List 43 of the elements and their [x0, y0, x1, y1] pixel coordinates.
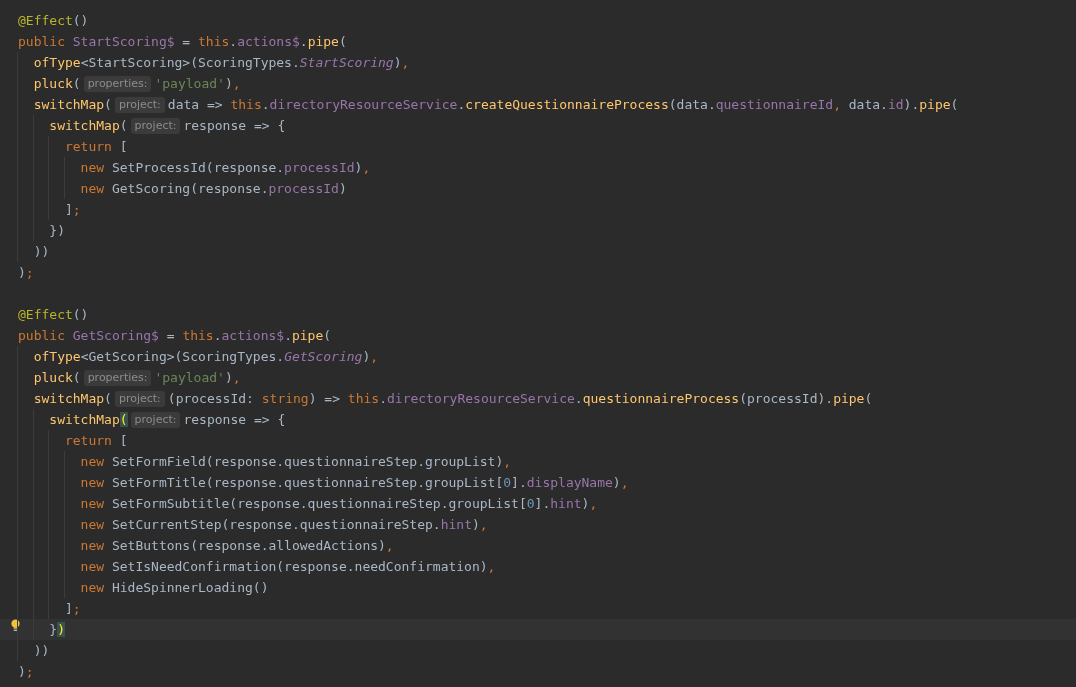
code-text: new SetFormTitle(response.questionnaireStep.groupList[0].displayName),	[79, 474, 629, 492]
code-text: (processId: string) => this.directoryResourceService.questionnaireProcess(processId).pipe(	[167, 390, 873, 408]
code-text: new SetIsNeedConfirmation(response.needConfirmation),	[79, 558, 496, 576]
inlay-hint: project:	[114, 390, 165, 407]
code-text: pluck(	[32, 75, 81, 93]
code-text: public GetScoring$ = this.actions$.pipe(	[18, 327, 332, 345]
code-text: new SetProcessId(response.processId),	[79, 159, 371, 177]
code-text: })	[48, 621, 65, 639]
code-text: })	[48, 222, 65, 240]
code-text: @Effect()	[18, 12, 89, 30]
code-text: );	[18, 663, 34, 681]
code-text: new SetFormSubtitle(response.questionnaireStep.groupList[0].hint),	[79, 495, 598, 513]
inlay-hint: properties:	[83, 75, 152, 92]
code-text: new SetButtons(response.allowedActions),	[79, 537, 394, 555]
code-text: data => this.directoryResourceService.createQuestionnaireProcess(data.questionnaireId, data.id).pipe(	[167, 96, 959, 114]
code-text: switchMap(	[48, 117, 128, 135]
code-text: ofType<StartScoring>(ScoringTypes.StartScoring),	[32, 54, 410, 72]
code-text: ))	[32, 243, 50, 261]
code-text: response => {	[183, 117, 286, 135]
inlay-hint: properties:	[83, 369, 152, 386]
code-text: 'payload'),	[154, 369, 241, 387]
code-text: new HideSpinnerLoading()	[79, 579, 269, 597]
code-text: @Effect()	[18, 306, 89, 324]
code-text: switchMap(	[32, 390, 112, 408]
code-text: return [	[63, 138, 128, 156]
inlay-hint: project:	[130, 411, 181, 428]
code-text: response => {	[183, 411, 286, 429]
code-text: pluck(	[32, 369, 81, 387]
code-text: public StartScoring$ = this.actions$.pipe(	[18, 33, 347, 51]
code-text: ];	[63, 201, 81, 219]
code-text: switchMap(	[48, 411, 128, 429]
inlay-hint: project:	[114, 96, 165, 113]
code-text: switchMap(	[32, 96, 112, 114]
code-text: 'payload'),	[154, 75, 241, 93]
code-text: ofType<GetScoring>(ScoringTypes.GetScoring),	[32, 348, 379, 366]
code-text: ))	[32, 642, 50, 660]
code-text: new SetCurrentStep(response.questionnaireStep.hint),	[79, 516, 488, 534]
code-text: ];	[63, 600, 81, 618]
code-text: );	[18, 264, 34, 282]
code-text: new SetFormField(response.questionnaireStep.groupList),	[79, 453, 512, 471]
inlay-hint: project:	[130, 117, 181, 134]
code-text: return [	[63, 432, 128, 450]
code-text: new GetScoring(response.processId)	[79, 180, 347, 198]
